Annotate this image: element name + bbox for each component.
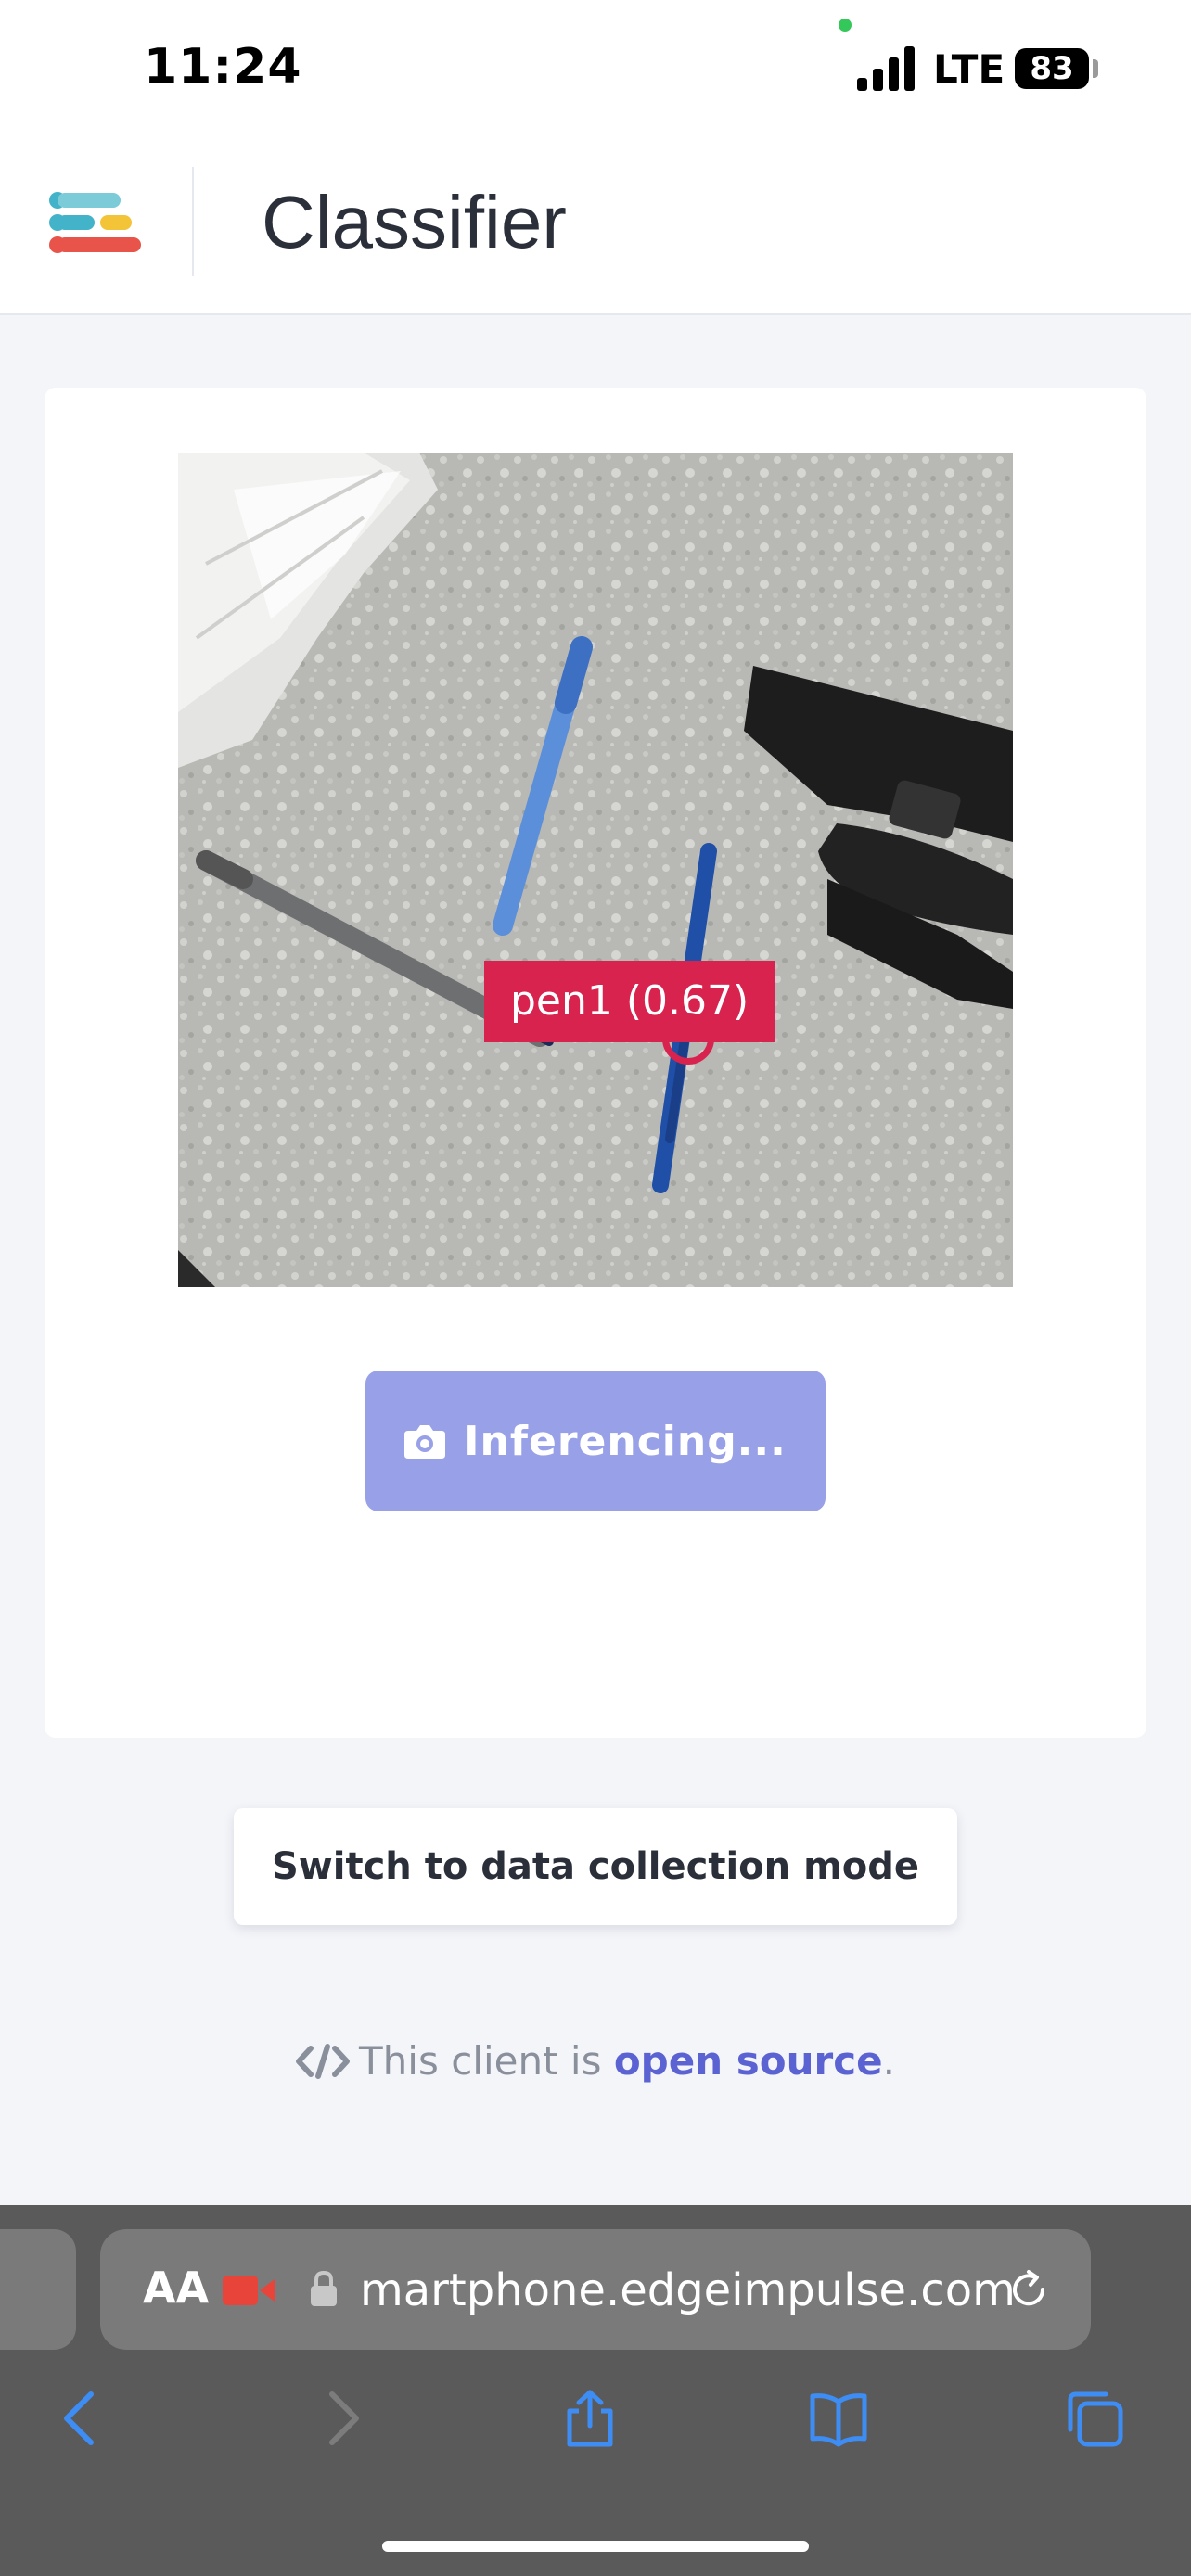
address-bar[interactable]: AA martphone.edgeimpulse.com [100, 2229, 1091, 2350]
switch-to-data-collection-button[interactable]: Switch to data collection mode [234, 1808, 957, 1925]
home-indicator [382, 2541, 809, 2552]
code-icon [296, 2044, 351, 2079]
header-divider [192, 167, 194, 276]
bookmarks-icon[interactable] [809, 2389, 868, 2448]
switch-button-label: Switch to data collection mode [272, 1845, 919, 1888]
cellular-signal-icon [857, 46, 915, 91]
battery-tip [1093, 59, 1098, 78]
camera-icon [404, 1425, 446, 1459]
footer-suffix: . [882, 2038, 895, 2084]
privacy-indicator-dot [839, 19, 852, 32]
status-time: 11:24 [144, 39, 302, 95]
inferencing-button-label: Inferencing... [464, 1417, 787, 1465]
url-text[interactable]: martphone.edgeimpulse.com [360, 2264, 1016, 2316]
page-settings-label: AA [143, 2263, 210, 2313]
camera-frame-image [178, 453, 1013, 1287]
reload-icon[interactable] [1005, 2266, 1052, 2313]
inferencing-button[interactable]: Inferencing... [365, 1371, 826, 1511]
share-icon[interactable] [560, 2389, 620, 2448]
detection-marker [662, 1013, 714, 1065]
app-header: Classifier [0, 139, 1191, 315]
open-source-note: This client is open source. [0, 2038, 1191, 2084]
camera-preview: pen1 (0.67) [178, 453, 1013, 1287]
tabs-icon[interactable] [1065, 2389, 1124, 2448]
open-source-link[interactable]: open source [614, 2038, 883, 2084]
status-bar: 11:24 LTE 83 [0, 0, 1191, 139]
network-type: LTE [933, 46, 1005, 92]
classifier-card: pen1 (0.67) Inferencing... [45, 388, 1146, 1738]
detection-label: pen1 (0.67) [484, 961, 775, 1042]
lock-icon [311, 2270, 337, 2306]
previous-tab-peek[interactable] [0, 2229, 76, 2350]
forward-icon[interactable] [312, 2389, 371, 2448]
page-title: Classifier [262, 181, 567, 263]
page-settings-button[interactable]: AA [143, 2263, 209, 2313]
footer-prefix: This client is [359, 2038, 614, 2084]
camera-recording-icon[interactable] [223, 2276, 275, 2305]
back-icon[interactable] [52, 2389, 111, 2448]
battery-level: 83 [1015, 48, 1089, 89]
edge-impulse-logo-icon[interactable] [48, 187, 145, 261]
